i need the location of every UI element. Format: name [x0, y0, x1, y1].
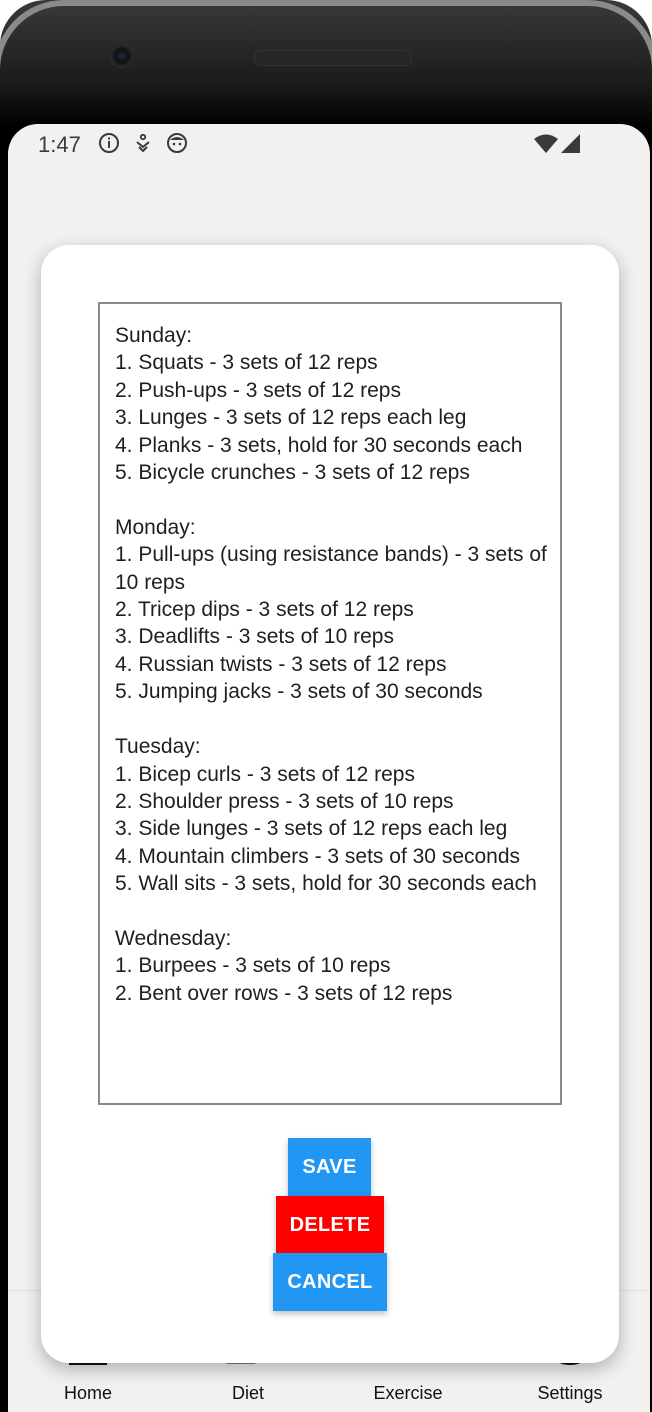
wifi-icon: [534, 134, 558, 159]
edit-routine-dialog: Sunday: 1. Squats - 3 sets of 12 reps 2.…: [41, 245, 619, 1363]
status-bar: 1:47: [8, 124, 650, 168]
info-icon: [98, 132, 120, 159]
status-notification-icons: [98, 132, 188, 159]
signal-icon: [560, 134, 580, 159]
nav-label-settings: Settings: [537, 1383, 603, 1403]
nav-label-home: Home: [63, 1383, 112, 1403]
cancel-button[interactable]: CANCEL: [273, 1253, 387, 1311]
earpiece-speaker: [254, 50, 412, 66]
delete-button[interactable]: DELETE: [276, 1196, 384, 1254]
download-icon: [134, 132, 152, 159]
status-system-icons: [534, 134, 580, 159]
nav-label-diet: Diet: [231, 1383, 264, 1403]
status-time: 1:47: [38, 132, 81, 157]
face-icon: [166, 132, 188, 159]
routine-text: Sunday: 1. Squats - 3 sets of 12 reps 2.…: [115, 324, 547, 1005]
screen: 1:47 Home Diet Exercise Settings Sunday:…: [8, 124, 650, 1412]
nav-label-exercise: Exercise: [373, 1383, 443, 1403]
routine-text-area[interactable]: Sunday: 1. Squats - 3 sets of 12 reps 2.…: [98, 302, 562, 1105]
phone-frame: 1:47 Home Diet Exercise Settings Sunday:…: [0, 0, 652, 1412]
front-camera: [110, 44, 134, 68]
save-button[interactable]: SAVE: [288, 1138, 371, 1196]
